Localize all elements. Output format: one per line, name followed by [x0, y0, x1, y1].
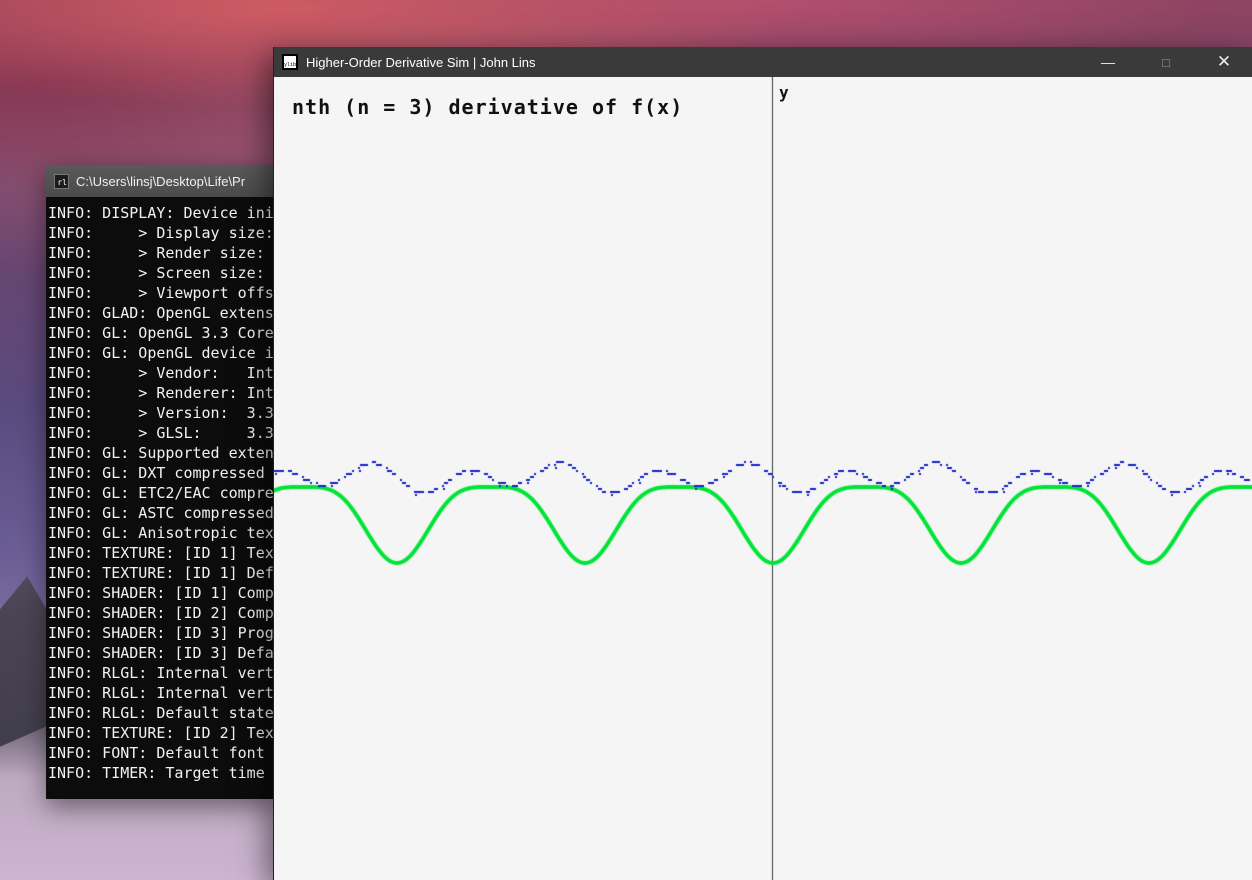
minimize-button[interactable]: —: [1079, 47, 1137, 77]
close-button[interactable]: ✕: [1195, 47, 1252, 77]
console-log-output[interactable]: INFO: DISPLAY: Device ini INFO: > Display…: [46, 197, 276, 799]
console-log-line: INFO: TIMER: Target time: [48, 764, 265, 782]
maximize-button[interactable]: □: [1137, 47, 1195, 77]
console-log-line: INFO: > Renderer: Int: [48, 384, 274, 402]
plot-canvas: [274, 77, 1252, 880]
console-log-line: INFO: GL: OpenGL device i: [48, 344, 274, 362]
console-log-line: INFO: SHADER: [ID 2] Comp: [48, 604, 274, 622]
console-log-line: INFO: TEXTURE: [ID 1] Tex: [48, 544, 274, 562]
console-log-line: INFO: RLGL: Internal vert: [48, 684, 274, 702]
window-title: Higher-Order Derivative Sim | John Lins: [306, 54, 536, 70]
console-log-line: INFO: FONT: Default font: [48, 744, 265, 762]
console-log-line: INFO: SHADER: [ID 1] Comp: [48, 584, 274, 602]
window-controls: — □ ✕: [1079, 47, 1252, 77]
console-log-line: INFO: GL: DXT compressed: [48, 464, 265, 482]
console-log-line: INFO: GL: ASTC compressed: [48, 504, 274, 522]
console-log-line: INFO: GLAD: OpenGL extens: [48, 304, 274, 322]
console-log-line: INFO: SHADER: [ID 3] Defa: [48, 644, 274, 662]
console-log-line: INFO: > Display size:: [48, 224, 274, 242]
console-log-line: INFO: > Vendor: Int: [48, 364, 274, 382]
plot-area: nth (n = 3) derivative of f(x) y: [274, 77, 1252, 880]
console-log-line: INFO: GL: Anisotropic tex: [48, 524, 274, 542]
main-titlebar[interactable]: raylib Higher-Order Derivative Sim | Joh…: [274, 47, 1252, 77]
console-log-line: INFO: > Viewport offs: [48, 284, 274, 302]
main-app-window: raylib Higher-Order Derivative Sim | Joh…: [273, 47, 1252, 880]
console-raylib-icon: rl: [54, 173, 69, 189]
console-log-line: INFO: > Screen size:: [48, 264, 265, 282]
console-log-line: INFO: TEXTURE: [ID 1] Def: [48, 564, 274, 582]
console-log-line: INFO: > Render size:: [48, 244, 265, 262]
console-log-line: INFO: SHADER: [ID 3] Prog: [48, 624, 274, 642]
raylib-icon: raylib: [282, 54, 298, 70]
plot-heading: nth (n = 3) derivative of f(x): [292, 95, 684, 119]
console-log-line: INFO: TEXTURE: [ID 2] Tex: [48, 724, 274, 742]
console-log-line: INFO: DISPLAY: Device ini: [48, 204, 274, 222]
console-title: C:\Users\linsj\Desktop\Life\Pr: [76, 173, 246, 189]
console-log-line: INFO: RLGL: Internal vert: [48, 664, 274, 682]
console-log-line: INFO: GL: OpenGL 3.3 Core: [48, 324, 274, 342]
console-window: rl C:\Users\linsj\Desktop\Life\Pr INFO: …: [46, 165, 276, 799]
console-log-line: INFO: > GLSL: 3.3: [48, 424, 274, 442]
console-titlebar[interactable]: rl C:\Users\linsj\Desktop\Life\Pr: [46, 165, 276, 197]
console-log-line: INFO: GL: ETC2/EAC compre: [48, 484, 274, 502]
console-log-line: INFO: GL: Supported exten: [48, 444, 274, 462]
y-axis-label: y: [779, 83, 789, 102]
console-log-line: INFO: RLGL: Default state: [48, 704, 274, 722]
console-log-line: INFO: > Version: 3.3: [48, 404, 274, 422]
